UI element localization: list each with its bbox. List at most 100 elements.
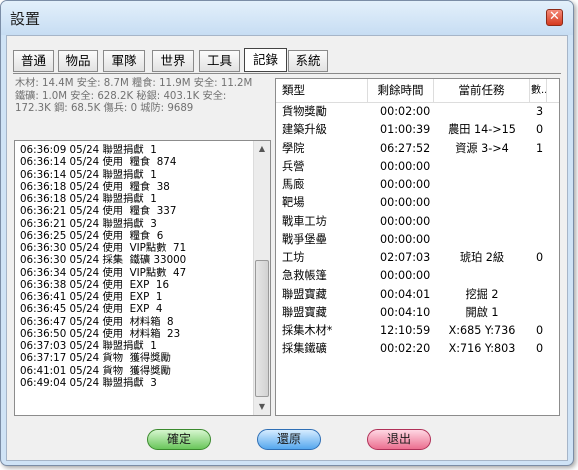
log-entry: 06:36:18 05/24 使用 糧食 38 <box>20 180 170 193</box>
cell-current: X:685 Y:736 <box>448 324 516 337</box>
tab-items[interactable]: 物品 <box>58 50 98 72</box>
confirm-button[interactable]: 確定 <box>147 429 211 450</box>
log-entry: 06:36:41 05/24 使用 EXP 1 <box>20 291 163 303</box>
cell-type: 戰爭堡壘 <box>282 232 327 246</box>
table-row[interactable]: 靶場 00:00:00 <box>276 194 559 212</box>
cell-type: 聯盟寶藏 <box>282 305 327 319</box>
cell-remaining: 12:10:59 <box>380 324 431 337</box>
log-entry: 06:41:01 05/24 貨物 獲得獎勵 <box>20 364 171 377</box>
cell-type: 採集鐵礦 <box>282 342 327 356</box>
log-entry: 06:36:09 05/24 聯盟捐獻 1 <box>20 144 157 156</box>
table-row[interactable]: 急救帳篷 00:00:00 <box>276 267 559 285</box>
log-entry: 06:36:47 05/24 使用 材料箱 8 <box>20 315 174 328</box>
log-entry: 06:36:30 05/24 使用 VIP點數 71 <box>20 242 187 254</box>
cell-count: 0 <box>536 123 544 137</box>
cell-remaining: 02:07:03 <box>380 251 431 264</box>
cell-current: 琥珀 2級 <box>459 251 505 264</box>
table-row[interactable]: 兵營 00:00:00 <box>276 158 559 176</box>
cell-remaining: 00:04:01 <box>380 287 431 301</box>
task-table: 類型 剩餘時間 當前任務 數.. 貨物獎勵 00:02:00 3 建築升級 01… <box>275 78 560 416</box>
cell-current: 資源 3->4 <box>455 141 509 155</box>
cell-type: 兵營 <box>282 159 305 173</box>
scroll-up-icon[interactable]: ▲ <box>254 141 270 157</box>
tab-tools[interactable]: 工具 <box>199 50 240 72</box>
close-button[interactable]: ✕ <box>546 9 563 26</box>
exit-button[interactable]: 退出 <box>367 429 431 450</box>
cell-remaining: 01:00:39 <box>380 123 431 137</box>
restore-button[interactable]: 還原 <box>257 429 321 450</box>
log-list: 06:36:09 05/24 聯盟捐獻 1 06:36:14 05/24 使用 … <box>20 144 250 389</box>
cell-type: 急救帳篷 <box>282 269 327 283</box>
log-entry: 06:36:25 05/24 使用 糧食 6 <box>20 229 164 242</box>
cell-type: 戰車工坊 <box>282 214 327 228</box>
column-header-remaining[interactable]: 剩餘時間 <box>368 79 434 103</box>
settings-window: 設置 ✕ 普通 物品 軍隊 世界 工具 記錄 系統 木材: 14.4M 安全: … <box>0 0 574 466</box>
cell-remaining: 00:00:00 <box>380 178 431 191</box>
cell-type: 採集木材* <box>282 324 333 337</box>
cell-type: 貨物獎勵 <box>282 105 327 118</box>
resource-summary: 木材: 14.4M 安全: 8.7M 糧食: 11.9M 安全: 11.2M 鐵… <box>15 78 268 116</box>
log-entry: 06:36:38 05/24 使用 EXP 16 <box>20 278 170 291</box>
log-entry: 06:36:14 05/24 聯盟捐獻 1 <box>20 168 157 181</box>
table-header: 類型 剩餘時間 當前任務 數.. <box>276 79 559 103</box>
table-row[interactable]: 學院 06:27:52 資源 3->4 1 <box>276 140 559 158</box>
column-header-current[interactable]: 當前任務 <box>434 79 530 103</box>
cell-remaining: 00:04:10 <box>380 305 431 319</box>
table-row[interactable]: 採集木材* 12:10:59 X:685 Y:736 0 <box>276 322 559 340</box>
cell-count: 1 <box>536 141 544 155</box>
table-row[interactable]: 貨物獎勵 00:02:00 3 <box>276 103 559 121</box>
scroll-thumb[interactable] <box>255 260 269 397</box>
cell-remaining: 00:00:00 <box>380 269 431 283</box>
tab-world[interactable]: 世界 <box>152 50 194 72</box>
cell-remaining: 06:27:52 <box>380 141 431 155</box>
log-entry: 06:36:14 05/24 使用 糧食 874 <box>20 156 177 169</box>
title-bar[interactable]: 設置 ✕ <box>1 1 573 35</box>
resource-line: 172.3K 鋼: 68.5K 傷兵: 0 城防: 9689 <box>15 103 194 115</box>
table-row[interactable]: 戰爭堡壘 00:00:00 <box>276 231 559 249</box>
cell-remaining: 00:00:00 <box>380 232 431 246</box>
cell-remaining: 00:02:00 <box>380 105 431 118</box>
scroll-down-icon[interactable]: ▼ <box>254 399 270 415</box>
close-icon: ✕ <box>549 9 560 24</box>
tab-system[interactable]: 系統 <box>288 50 328 72</box>
activity-log[interactable]: 06:36:09 05/24 聯盟捐獻 1 06:36:14 05/24 使用 … <box>14 140 271 416</box>
cell-count: 3 <box>536 105 544 118</box>
log-entry: 06:36:30 05/24 採集 鐵礦 33000 <box>20 254 187 267</box>
cell-current: X:716 Y:803 <box>448 342 516 356</box>
column-header-count[interactable]: 數.. <box>530 79 547 103</box>
table-row[interactable]: 工坊 02:07:03 琥珀 2級 0 <box>276 249 559 267</box>
tab-divider <box>13 73 561 74</box>
log-entry: 06:37:17 05/24 貨物 獲得獎勵 <box>20 352 171 365</box>
cell-remaining: 00:00:00 <box>380 214 431 228</box>
cell-type: 馬廄 <box>282 178 305 191</box>
cell-count: 0 <box>536 324 544 337</box>
log-entry: 06:36:21 05/24 使用 糧食 337 <box>20 205 177 218</box>
cell-type: 聯盟寶藏 <box>282 287 327 301</box>
cell-current: 農田 14->15 <box>448 123 516 137</box>
table-row[interactable]: 馬廄 00:00:00 <box>276 176 559 194</box>
table-row[interactable]: 戰車工坊 00:00:00 <box>276 213 559 231</box>
cell-current: 開啟 1 <box>465 305 499 319</box>
cell-type: 建築升級 <box>282 123 327 137</box>
tab-army[interactable]: 軍隊 <box>103 50 145 72</box>
cell-count: 0 <box>536 342 544 356</box>
cell-type: 工坊 <box>282 251 305 264</box>
tab-records[interactable]: 記錄 <box>244 48 287 72</box>
log-entry: 06:36:18 05/24 聯盟捐獻 1 <box>20 193 157 205</box>
log-scrollbar[interactable]: ▲ ▼ <box>253 141 270 415</box>
log-entry: 06:49:04 05/24 聯盟捐獻 3 <box>20 376 157 389</box>
tab-general[interactable]: 普通 <box>13 50 54 72</box>
log-entry: 06:36:45 05/24 使用 EXP 4 <box>20 303 163 316</box>
table-row[interactable]: 聯盟寶藏 00:04:01 挖掘 2 <box>276 286 559 304</box>
log-entry: 06:36:34 05/24 使用 VIP點數 47 <box>20 266 187 279</box>
table-row[interactable]: 建築升級 01:00:39 農田 14->15 0 <box>276 121 559 139</box>
table-row[interactable]: 採集鐵礦 00:02:20 X:716 Y:803 0 <box>276 340 559 358</box>
resource-line: 鐵礦: 1.0M 安全: 628.2K 秘銀: 403.1K 安全: <box>15 90 227 102</box>
cell-type: 學院 <box>282 141 305 155</box>
cell-remaining: 00:02:20 <box>380 342 431 356</box>
cell-remaining: 00:00:00 <box>380 159 431 173</box>
cell-count: 0 <box>536 251 544 264</box>
column-header-type[interactable]: 類型 <box>276 79 368 103</box>
cell-remaining: 00:00:00 <box>380 196 431 210</box>
table-row[interactable]: 聯盟寶藏 00:04:10 開啟 1 <box>276 304 559 322</box>
